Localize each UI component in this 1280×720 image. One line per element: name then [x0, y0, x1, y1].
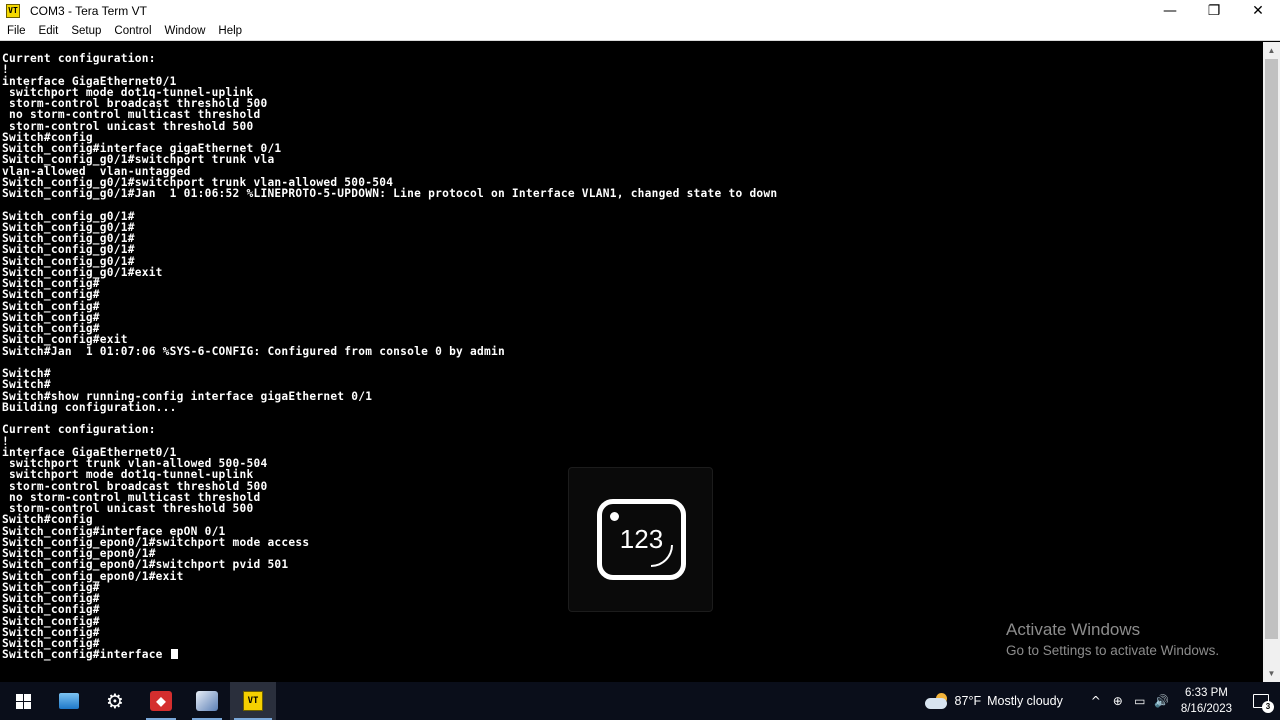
- menu-window[interactable]: Window: [158, 25, 212, 37]
- num-lock-dot: [610, 512, 619, 521]
- terminal-line: Switch#: [2, 367, 51, 380]
- network-wifi-icon[interactable]: ⊕: [1107, 694, 1129, 708]
- clock[interactable]: 6:33 PM 8/16/2023: [1181, 685, 1232, 717]
- minimize-button[interactable]: —: [1148, 0, 1192, 22]
- terminal-line: !: [2, 63, 9, 77]
- scrollbar-thumb[interactable]: [1265, 59, 1278, 639]
- teraterm-app-icon: VT: [6, 4, 20, 18]
- start-button[interactable]: [0, 682, 46, 720]
- taskbar-file-explorer[interactable]: [46, 682, 92, 720]
- num-lock-arc: [651, 545, 673, 567]
- windows-icon: [15, 693, 31, 709]
- watermark-subtitle: Go to Settings to activate Windows.: [1006, 643, 1220, 658]
- terminal-line: Switch#Jan 1 01:07:06 %SYS-6-CONFIG: Con…: [2, 344, 505, 358]
- terminal-line: Switch_config#: [2, 288, 100, 302]
- terminal-cursor: [170, 649, 178, 660]
- terminal-line: Current configuration:: [2, 423, 156, 437]
- terminal-line: Switch_config_g0/1#: [2, 243, 135, 257]
- menu-setup[interactable]: Setup: [64, 25, 107, 37]
- gear-icon: ⚙: [106, 689, 124, 713]
- terminal-line: Switch_config_g0/1#exit: [2, 265, 163, 279]
- teraterm-icon: VT: [243, 691, 263, 711]
- title-bar: VT COM3 - Tera Term VT — ❐ ✕: [0, 0, 1280, 22]
- watermark-title: Activate Windows: [1006, 620, 1141, 639]
- notification-badge: 3: [1262, 701, 1274, 713]
- network-icon: [196, 691, 218, 711]
- terminal-line: Switch_config#: [2, 277, 100, 290]
- terminal-line: Switch_config_g0/1#: [2, 232, 135, 245]
- menu-edit[interactable]: Edit: [32, 25, 65, 37]
- menu-file[interactable]: File: [0, 25, 32, 37]
- red-app-icon: ◆: [150, 691, 172, 711]
- terminal-line: Switch_config#: [2, 310, 100, 324]
- terminal-line: !: [2, 434, 9, 448]
- taskbar-settings[interactable]: ⚙: [92, 682, 138, 720]
- scroll-down-icon[interactable]: ▼: [1263, 665, 1280, 682]
- window-controls: — ❐ ✕: [1148, 0, 1280, 22]
- weather-condition[interactable]: Mostly cloudy: [987, 694, 1063, 708]
- vertical-scrollbar[interactable]: ▲ ▼: [1263, 42, 1280, 682]
- maximize-button[interactable]: ❐: [1192, 0, 1236, 22]
- menu-help[interactable]: Help: [211, 25, 248, 37]
- system-tray: 87°F Mostly cloudy ^ ⊕ ▭ 🔊 6:33 PM 8/16/…: [924, 682, 1280, 720]
- terminal-line: Switch#show running-config interface gig…: [2, 389, 373, 403]
- terminal-line: Current configuration:: [2, 52, 156, 65]
- terminal-line: Switch#: [2, 378, 51, 392]
- menu-control[interactable]: Control: [107, 25, 157, 37]
- terminal-line: Switch_config#exit: [2, 333, 128, 347]
- terminal-line: Switch_config_g0/1#Jan 1 01:06:52 %LINEP…: [2, 187, 778, 200]
- num-lock-icon: 123: [597, 499, 686, 580]
- num-lock-overlay: 123: [568, 467, 713, 612]
- close-button[interactable]: ✕: [1236, 0, 1280, 22]
- terminal-line: Switch_config_g0/1#: [2, 220, 135, 234]
- terminal-line: Switch_config#: [2, 299, 100, 313]
- chevron-up-icon[interactable]: ^: [1085, 694, 1107, 708]
- scroll-up-icon[interactable]: ▲: [1263, 42, 1280, 59]
- window-title: COM3 - Tera Term VT: [30, 4, 147, 18]
- clock-date: 8/16/2023: [1180, 703, 1232, 715]
- activation-watermark: Activate Windows Go to Settings to activ…: [1006, 619, 1219, 661]
- display-icon[interactable]: ▭: [1129, 694, 1151, 708]
- taskbar-network-app[interactable]: [184, 682, 230, 720]
- taskbar-tera-term[interactable]: VT: [230, 682, 276, 720]
- terminal-line: no storm-control multicast threshold: [2, 108, 261, 122]
- weather-cloud-icon[interactable]: [924, 693, 949, 709]
- taskbar-red-app[interactable]: ◆: [138, 682, 184, 720]
- volume-icon[interactable]: 🔊: [1151, 694, 1173, 708]
- terminal-line: Building configuration...: [2, 400, 177, 414]
- weather-temp[interactable]: 87°F: [955, 694, 982, 708]
- terminal-line: Switch_config#: [2, 322, 100, 335]
- terminal-line: storm-control unicast threshold 500: [2, 119, 254, 133]
- terminal-line: Switch_config_g0/1#switchport trunk vla: [2, 153, 275, 167]
- menu-bar: File Edit Setup Control Window Help: [0, 22, 1280, 41]
- terminal-line: Switch_config_g0/1#: [2, 254, 135, 268]
- terminal-line: Switch_config_g0/1#: [2, 209, 135, 223]
- notification-button[interactable]: 3: [1242, 682, 1280, 720]
- taskbar: ⚙ ◆ VT 87°F Mostly cloudy ^ ⊕ ▭ 🔊 6:33 P…: [0, 682, 1280, 720]
- clock-time: 6:33 PM: [1185, 687, 1228, 699]
- folder-icon: [59, 693, 79, 709]
